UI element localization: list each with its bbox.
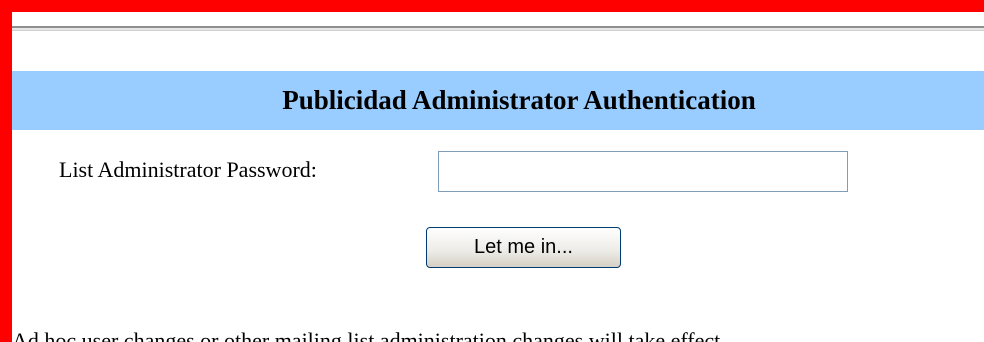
auth-header-band: Publicidad Administrator Authentication [12, 71, 984, 130]
frame-border-left [0, 0, 12, 342]
frame-border-top [0, 0, 984, 12]
horizontal-rule [12, 26, 984, 31]
admin-login-page: Publicidad Administrator Authentication … [0, 0, 984, 342]
login-button[interactable]: Let me in... [426, 227, 621, 268]
notice-text: Ad hoc user changes or other mailing lis… [12, 328, 743, 342]
password-field[interactable] [438, 151, 848, 192]
page-title: Publicidad Administrator Authentication [282, 85, 756, 115]
password-label: List Administrator Password: [59, 157, 317, 182]
